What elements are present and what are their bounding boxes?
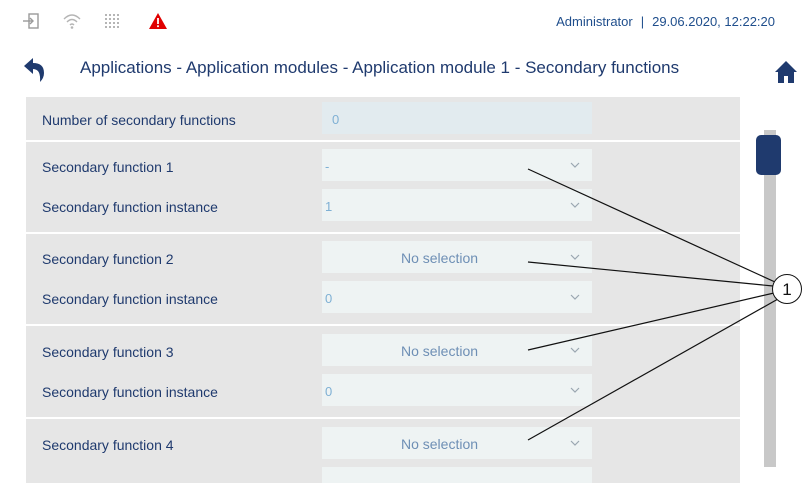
screen: Administrator | 29.06.2020, 12:22:20 App…	[0, 0, 807, 485]
callout-lines	[527, 168, 779, 441]
callout-number: 1	[772, 274, 802, 304]
